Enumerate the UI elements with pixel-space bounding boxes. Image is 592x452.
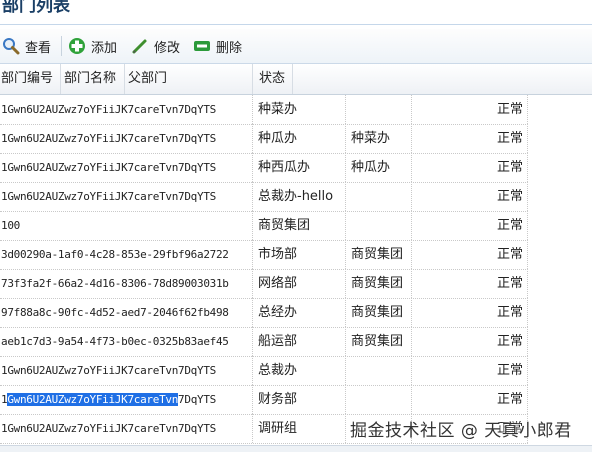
cell-parent: 商贸集团 — [346, 269, 412, 298]
id-suffix: 7DqYTS — [178, 393, 216, 406]
cell-name: 船运部 — [253, 327, 346, 356]
cell-parent: 种菜办 — [346, 124, 412, 153]
cell-parent: 商贸集团 — [346, 298, 412, 327]
add-label: 添加 — [91, 40, 118, 56]
add-button[interactable]: 添加 — [68, 35, 117, 57]
cell-name: 财务部 — [253, 385, 346, 414]
pencil-icon — [132, 39, 147, 54]
cell-name: 总经办 — [253, 298, 346, 327]
delete-label: 删除 — [216, 40, 243, 56]
cell-name: 种西瓜办 — [253, 153, 346, 182]
cell-parent — [346, 182, 412, 211]
cell-name: 种菜办 — [253, 95, 346, 124]
cell-status: 正常 — [412, 385, 528, 414]
cell-status: 正常 — [412, 298, 528, 327]
cell-id: 1Gwn6U2AUZwz7oYFiiJK7careTvn7DqYTS — [0, 95, 253, 124]
table-row[interactable]: 1Gwn6U2AUZwz7oYFiiJK7careTvn7DqYTS 种西瓜办 … — [0, 153, 528, 183]
search-icon — [3, 38, 20, 55]
cell-name: 种瓜办 — [253, 124, 346, 153]
cell-id: 1Gwn6U2AUZwz7oYFiiJK7careTvn7DqYTS — [0, 153, 253, 182]
cell-status: 正常 — [412, 327, 528, 356]
table-row[interactable]: 3d00290a-1af0-4c28-853e-29fbf96a2722 市场部… — [0, 240, 528, 270]
cell-status: 正常 — [412, 240, 528, 269]
view-button[interactable]: 查看 — [2, 35, 51, 57]
cell-id: 73f3fa2f-66a2-4d16-8306-78d89003031b — [0, 269, 253, 298]
cell-status: 正常 — [412, 356, 528, 385]
cell-parent: 商贸集团 — [346, 240, 412, 269]
plus-icon — [69, 38, 85, 54]
cell-name: 调研组 — [253, 414, 346, 443]
cell-parent — [346, 95, 412, 124]
cell-parent — [346, 385, 412, 414]
cell-parent — [346, 211, 412, 240]
table-row[interactable]: aeb1c7d3-9a54-4f73-b0ec-0325b83aef45 船运部… — [0, 327, 528, 357]
cell-id: 1Gwn6U2AUZwz7oYFiiJK7careTvn7DqYTS — [0, 356, 253, 385]
column-header-status[interactable]: 状态 — [253, 64, 293, 94]
view-label: 查看 — [25, 40, 52, 56]
cell-id: 1Gwn6U2AUZwz7oYFiiJK7careTvn7DqYTS — [0, 124, 253, 153]
cell-name: 总裁办 — [253, 356, 346, 385]
cell-status: 正常 — [412, 269, 528, 298]
selected-text: Gwn6U2AUZwz7oYFiiJK7careTvn — [7, 393, 179, 406]
toolbar: 查看 添加 修改 删除 — [0, 29, 592, 64]
table-header: 部门编号 部门名称 父部门 状态 — [0, 64, 592, 95]
cell-parent — [346, 356, 412, 385]
minus-icon — [194, 41, 210, 51]
cell-parent: 种瓜办 — [346, 153, 412, 182]
edit-label: 修改 — [154, 40, 181, 56]
table-row[interactable]: 1Gwn6U2AUZwz7oYFiiJK7careTvn7DqYTS 财务部 正… — [0, 385, 528, 415]
table-row[interactable]: 97f88a8c-90fc-4d52-aed7-2046f62fb498 总经办… — [0, 298, 528, 328]
cell-id: 1Gwn6U2AUZwz7oYFiiJK7careTvn7DqYTS — [0, 182, 253, 211]
cell-status: 正常 — [412, 153, 528, 182]
edit-button[interactable]: 修改 — [131, 35, 180, 57]
page-title: 部门列表 — [2, 0, 70, 16]
cell-status: 正常 — [412, 124, 528, 153]
cell-status: 正常 — [412, 211, 528, 240]
delete-button[interactable]: 删除 — [193, 35, 242, 57]
column-header-id[interactable]: 部门编号 — [0, 64, 61, 94]
cell-parent: 商贸集团 — [346, 327, 412, 356]
watermark: 掘金技术社区 @ 天真小郎君 — [350, 421, 572, 441]
column-header-name[interactable]: 部门名称 — [61, 64, 125, 94]
cell-id: 1Gwn6U2AUZwz7oYFiiJK7careTvn7DqYTS — [0, 385, 253, 414]
table-row[interactable]: 100 商贸集团 正常 — [0, 211, 528, 241]
cell-id: 100 — [0, 211, 253, 240]
cell-id: 97f88a8c-90fc-4d52-aed7-2046f62fb498 — [0, 298, 253, 327]
cell-status: 正常 — [412, 182, 528, 211]
table-row[interactable]: 1Gwn6U2AUZwz7oYFiiJK7careTvn7DqYTS 种瓜办 种… — [0, 124, 528, 154]
cell-name: 总裁办-hello — [253, 182, 346, 211]
table-row[interactable]: 73f3fa2f-66a2-4d16-8306-78d89003031b 网络部… — [0, 269, 528, 299]
cell-id: aeb1c7d3-9a54-4f73-b0ec-0325b83aef45 — [0, 327, 253, 356]
table-row[interactable]: 1Gwn6U2AUZwz7oYFiiJK7careTvn7DqYTS 总裁办 正… — [0, 356, 528, 386]
cell-name: 网络部 — [253, 269, 346, 298]
cell-name: 商贸集团 — [253, 211, 346, 240]
cell-status: 正常 — [412, 95, 528, 124]
cell-name: 市场部 — [253, 240, 346, 269]
table-row[interactable]: 1Gwn6U2AUZwz7oYFiiJK7careTvn7DqYTS 总裁办-h… — [0, 182, 528, 212]
column-header-parent[interactable]: 父部门 — [125, 64, 253, 94]
table-row[interactable]: 1Gwn6U2AUZwz7oYFiiJK7careTvn7DqYTS 种菜办 正… — [0, 95, 528, 125]
cell-id: 1Gwn6U2AUZwz7oYFiiJK7careTvn7DqYTS — [0, 414, 253, 443]
title-bar: 部门列表 — [0, 0, 592, 25]
cell-id: 3d00290a-1af0-4c28-853e-29fbf96a2722 — [0, 240, 253, 269]
toolbar-divider — [61, 36, 62, 56]
